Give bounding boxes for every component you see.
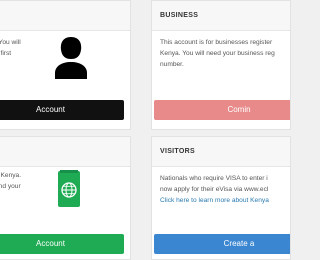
description-line: ir first (0, 50, 12, 57)
card-header: BUSINESS (152, 1, 290, 31)
card-description: n Kenya. and your (0, 170, 21, 192)
card-description: Nationals who require VISA to enter i no… (160, 173, 269, 206)
description-line: now apply for their eVisa via www.ecl (160, 186, 269, 193)
description-line: number. (160, 61, 184, 68)
description-line: and your (0, 183, 21, 190)
business-account-card: BUSINESS This account is for businesses … (151, 0, 291, 130)
description-line: This account is for businesses register (160, 39, 273, 46)
learn-more-link[interactable]: Click here to learn more about Kenya (160, 195, 269, 206)
description-line: n Kenya. (0, 172, 22, 179)
card-description: This account is for businesses register … (160, 37, 275, 70)
person-silhouette-icon (55, 37, 87, 79)
visitors-account-card: VISITORS Nationals who require VISA to e… (151, 136, 291, 260)
card-title: VISITORS (160, 148, 195, 155)
card-header (0, 137, 130, 167)
coming-soon-button[interactable]: Comin (154, 100, 290, 120)
card-header: VISITORS (152, 137, 290, 167)
passport-icon (58, 170, 80, 207)
card-title: BUSINESS (160, 12, 199, 19)
create-visitor-account-button[interactable]: Create a (154, 234, 290, 254)
description-line: Nationals who require VISA to enter i (160, 175, 268, 182)
personal-account-card: . You will ir first Account (0, 0, 131, 130)
create-resident-account-button[interactable]: Account (0, 234, 124, 254)
create-personal-account-button[interactable]: Account (0, 100, 124, 120)
description-line: Kenya. You will need your business reg (160, 50, 275, 57)
card-description: . You will ir first (0, 37, 21, 59)
card-header (0, 1, 130, 31)
description-line: . You will (0, 39, 21, 46)
resident-account-card: n Kenya. and your Account (0, 136, 131, 260)
